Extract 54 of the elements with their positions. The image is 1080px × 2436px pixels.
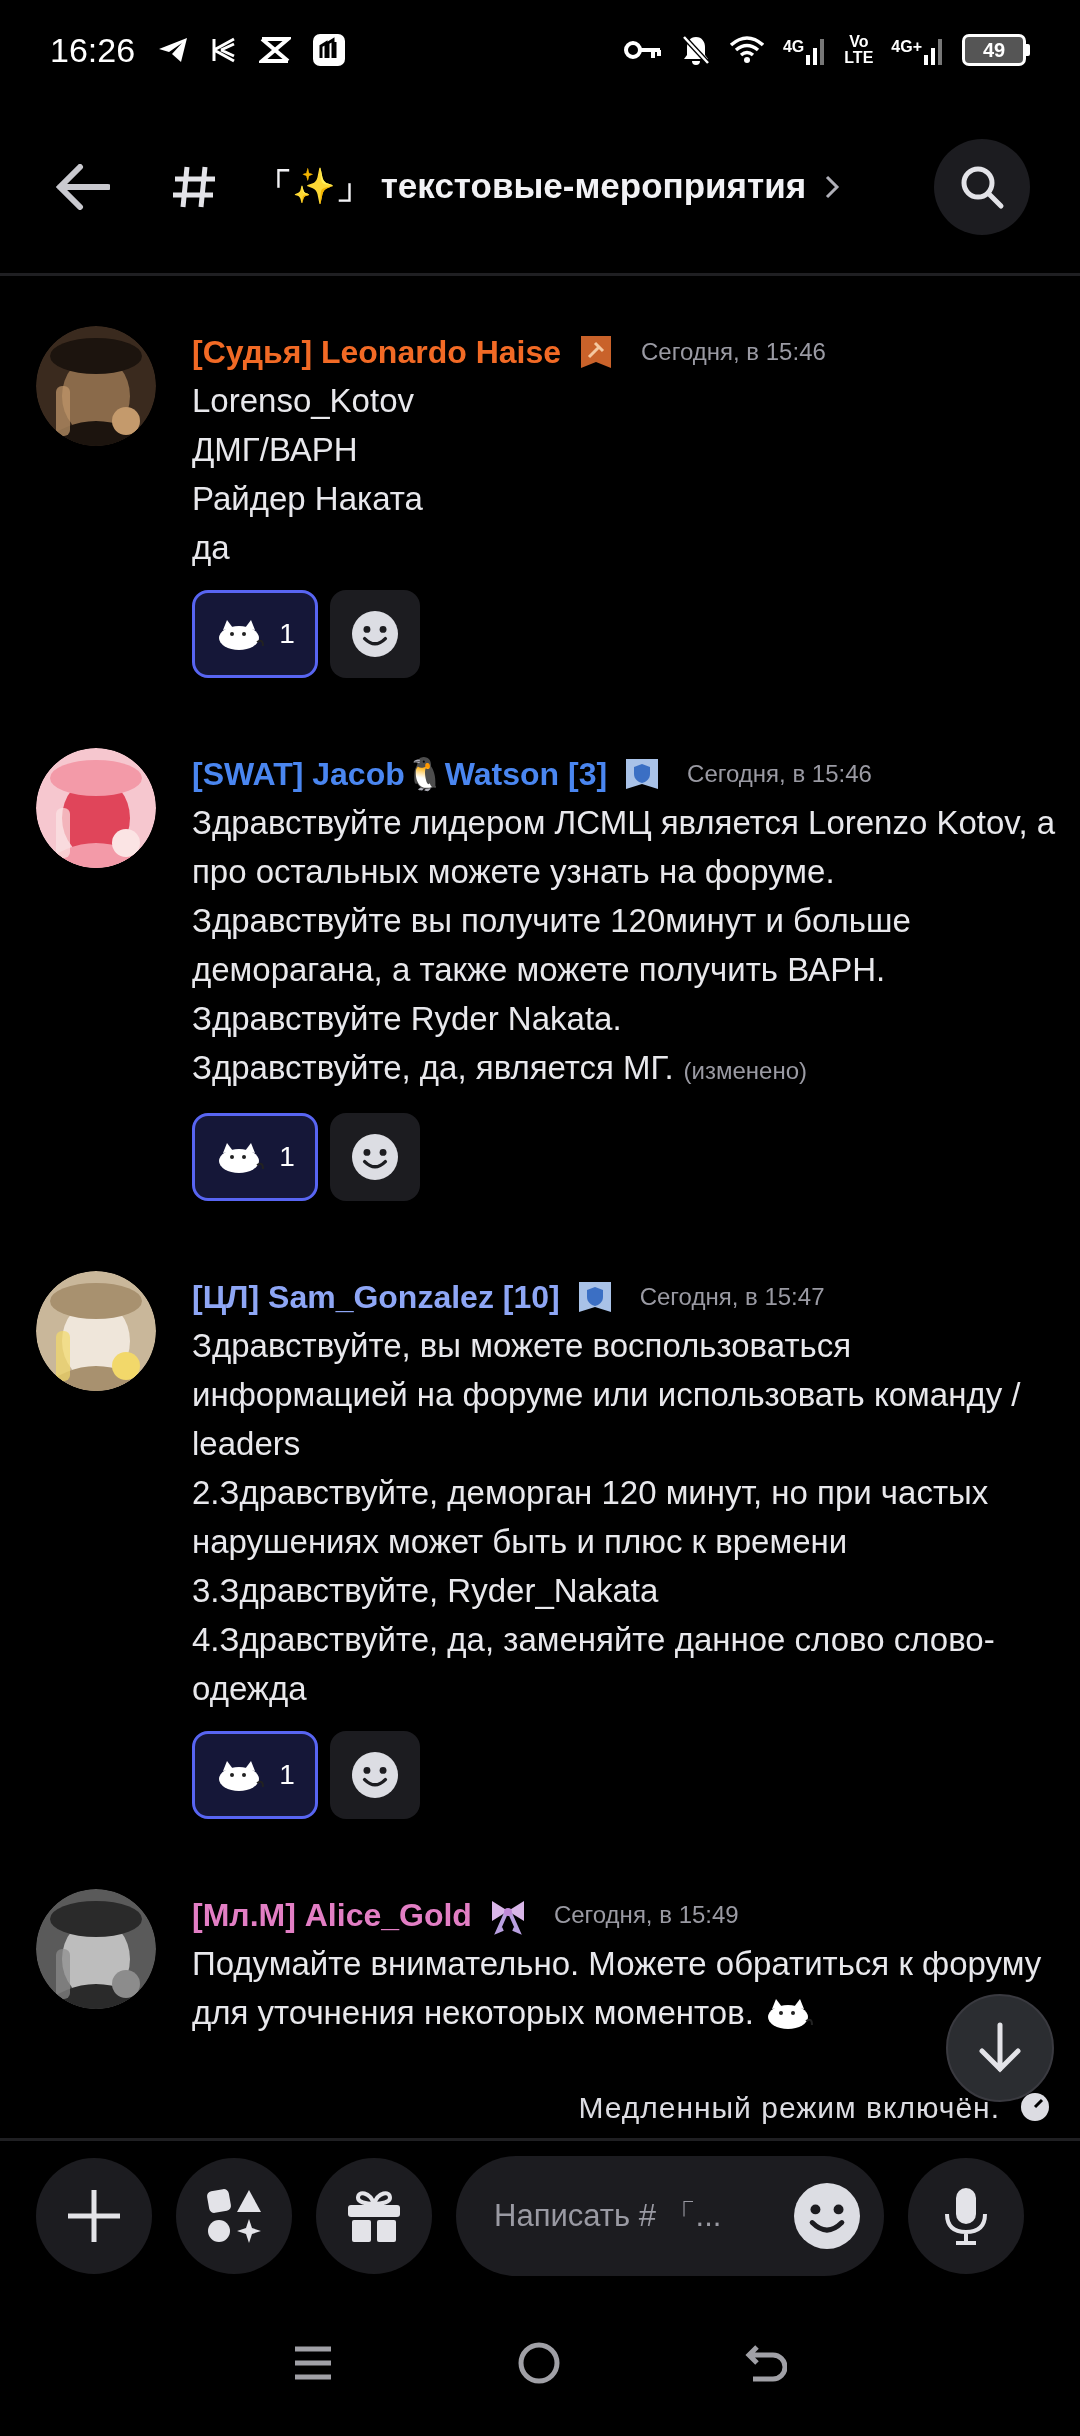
message-text: для уточнения некоторых моментов. [192, 1993, 754, 2033]
smiley-icon [352, 1134, 398, 1180]
home-icon[interactable] [518, 2342, 560, 2384]
message-text: Здравствуйте, да, является МГ. [192, 1049, 674, 1086]
edited-label: (изменено) [683, 1057, 808, 1084]
back-icon[interactable] [745, 2343, 788, 2383]
back-arrow-icon [56, 163, 110, 210]
network-label: 4G [782, 37, 805, 57]
message-text: 2.Здравствуйте, деморган 120 минут, но при частых нарушениях может быть и плюс к времени [192, 1473, 990, 1562]
app-icon [313, 34, 346, 66]
volte-label: LTE [844, 50, 874, 66]
smiley-icon [352, 611, 398, 657]
battery-level: 49 [982, 38, 1006, 63]
clock: 16:26 [50, 29, 136, 71]
message-text: Lorenso_Kotov [192, 381, 415, 421]
arrow-down-icon [976, 2022, 1024, 2074]
author-name[interactable]: [Судья] Leonardo Haise [192, 328, 562, 376]
key-icon [622, 39, 663, 61]
add-reaction-button[interactable] [330, 1113, 420, 1201]
cross-icon [259, 36, 292, 64]
bell-off-icon [680, 34, 711, 66]
network-label: 4G+ [891, 37, 922, 57]
message-text: ДМГ/ВАРН [192, 430, 359, 470]
message-text: Здравствуйте Ryder Nakata. [192, 999, 623, 1039]
channel-title[interactable]: 「✨」 текстовые-мероприятия [257, 160, 807, 213]
paper-plane-icon [157, 36, 190, 64]
add-reaction-button[interactable] [330, 1731, 420, 1819]
message-text: 3.Здравствуйте, Ryder_Nakata [192, 1571, 660, 1611]
timer-icon [1020, 2092, 1050, 2122]
timestamp: Сегодня, в 15:49 [553, 1900, 739, 1930]
message-text: Подумайте внимательно. Можете обратиться к форуму [192, 1944, 1043, 1984]
volte-label: Vo [849, 34, 869, 50]
chevron-right-icon [824, 173, 841, 200]
add-reaction-button[interactable] [330, 590, 420, 678]
author-name[interactable]: [SWAT] Jacob🐧Watson [3] [192, 750, 608, 798]
wifi-icon [728, 35, 765, 65]
slow-mode-notice: Медленный режим включён. [578, 2089, 1000, 2126]
reaction-button[interactable]: 1 [192, 590, 318, 678]
reaction-button[interactable]: 1 [192, 1731, 318, 1819]
timestamp: Сегодня, в 15:47 [639, 1282, 825, 1312]
message-input[interactable]: Написать # 「... [456, 2155, 884, 2276]
message-text: да [192, 528, 231, 568]
author-name[interactable]: [Мл.М] Alice_Gold [192, 1891, 472, 1939]
emoji-icon [794, 2182, 860, 2249]
reaction-button[interactable]: 1 [192, 1113, 318, 1201]
message-text: Здравствуйте, вы можете воспользоваться информацией на форуме или использовать команду / leaders [192, 1326, 1022, 1464]
author-name[interactable]: [ЦЛ] Sam_Gonzalez [10] [192, 1273, 560, 1321]
message-text: Райдер Наката [192, 479, 424, 519]
timestamp: Сегодня, в 15:46 [687, 759, 872, 789]
message-text: 4.Здравствуйте, да, заменяйте данное слово слово-одежда [192, 1620, 996, 1709]
message-text: Здравствуйте вы получите 120минут и больше деморагана, а также можете получить ВАРН. [192, 901, 912, 990]
timestamp: Сегодня, в 15:46 [641, 337, 826, 367]
message-text: Здравствуйте лидером ЛСМЦ является Lorenzo Kotov, а про остальных можете узнать на форуме. [192, 803, 1057, 892]
smiley-icon [352, 1752, 398, 1798]
